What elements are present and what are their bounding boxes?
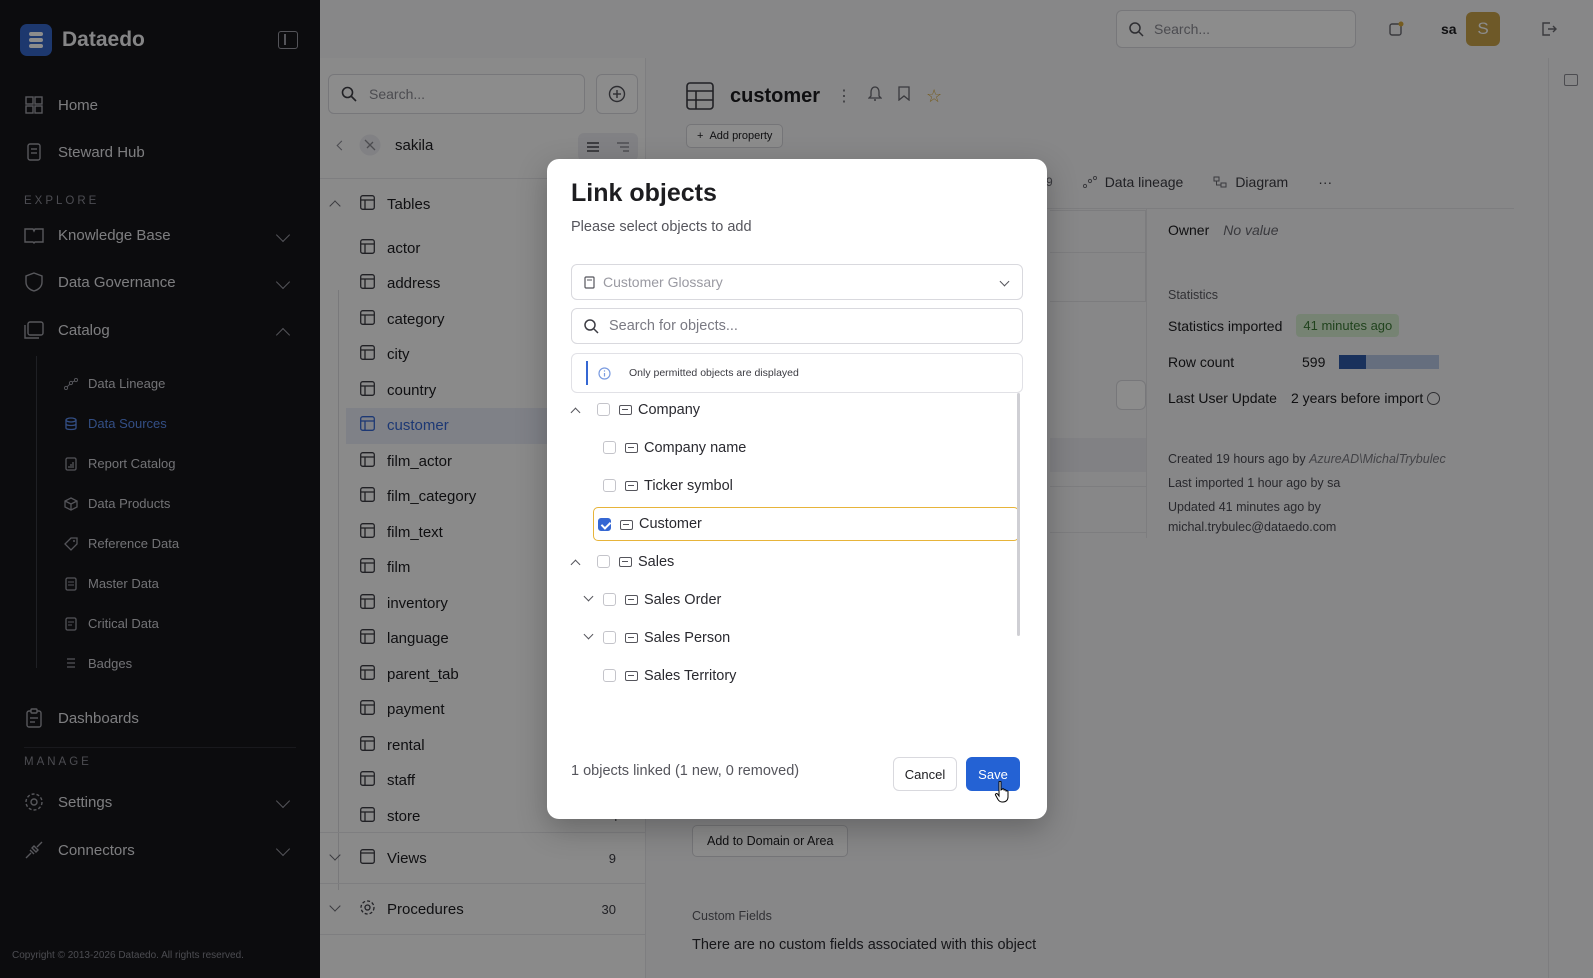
permission-info-banner: Only permitted objects are displayed <box>571 353 1023 393</box>
tree-item-ticker-symbol-label: Ticker symbol <box>644 478 733 494</box>
checkbox-sales-order[interactable] <box>603 593 616 606</box>
tree-item-customer[interactable]: Customer <box>593 507 1019 541</box>
expand-chevron-icon[interactable] <box>583 629 594 640</box>
glossary-term-icon <box>619 405 632 415</box>
dialog-subtitle: Please select objects to add <box>571 219 752 235</box>
tree-item-company-label: Company <box>638 402 701 418</box>
tree-item-sales-territory-label: Sales Territory <box>644 668 737 684</box>
chevron-down-icon <box>999 276 1010 287</box>
object-search-placeholder: Search for objects... <box>609 318 738 334</box>
glossary-category-icon <box>619 557 632 567</box>
tree-item-sales-territory[interactable]: Sales Territory <box>567 659 997 693</box>
glossary-term-icon <box>625 595 638 605</box>
checkbox-ticker-symbol[interactable] <box>603 479 616 492</box>
tree-item-company-name-label: Company name <box>644 440 747 456</box>
tree-item-sales-order[interactable]: Sales Order <box>567 583 997 617</box>
dialog-title: Link objects <box>571 179 717 207</box>
tree-item-sales[interactable]: Sales <box>567 545 997 579</box>
glossary-term-icon <box>625 481 638 491</box>
cancel-button[interactable]: Cancel <box>893 757 957 791</box>
mouse-pointer-icon <box>994 780 1010 808</box>
tree-item-sales-person[interactable]: Sales Person <box>567 621 997 655</box>
tree-item-company[interactable]: Company <box>567 393 997 427</box>
checkbox-company-name[interactable] <box>603 441 616 454</box>
checkbox-sales-territory[interactable] <box>603 669 616 682</box>
expand-chevron-icon[interactable] <box>583 591 594 602</box>
collapse-chevron-icon[interactable] <box>570 407 581 418</box>
tree-item-company-name[interactable]: Company name <box>567 431 997 465</box>
link-objects-dialog: Link objects Please select objects to ad… <box>547 159 1047 819</box>
tree-scrollbar[interactable] <box>1017 393 1020 636</box>
link-status-text: 1 objects linked (1 new, 0 removed) <box>571 763 800 779</box>
info-icon <box>598 366 611 380</box>
tree-item-customer-label: Customer <box>639 516 702 532</box>
search-icon <box>584 318 599 334</box>
tree-item-sales-label: Sales <box>638 554 675 570</box>
save-button[interactable]: Save <box>966 757 1020 791</box>
collapse-chevron-icon[interactable] <box>570 559 581 570</box>
glossary-term-icon <box>625 633 638 643</box>
glossary-book-icon <box>584 275 595 289</box>
glossary-select[interactable]: Customer Glossary <box>571 264 1023 300</box>
tree-item-sales-person-label: Sales Person <box>644 630 731 646</box>
checkbox-company[interactable] <box>597 403 610 416</box>
info-accent-bar <box>586 361 588 385</box>
glossary-term-icon <box>625 443 638 453</box>
object-search-input[interactable]: Search for objects... <box>571 308 1023 344</box>
checkbox-sales-person[interactable] <box>603 631 616 644</box>
tree-item-sales-order-label: Sales Order <box>644 592 722 608</box>
checkbox-customer[interactable] <box>598 518 611 531</box>
glossary-term-icon <box>620 520 633 530</box>
permission-info-text: Only permitted objects are displayed <box>629 367 799 379</box>
glossary-select-value: Customer Glossary <box>603 274 723 290</box>
glossary-term-icon <box>625 671 638 681</box>
tree-item-ticker-symbol[interactable]: Ticker symbol <box>567 469 997 503</box>
checkbox-sales[interactable] <box>597 555 610 568</box>
